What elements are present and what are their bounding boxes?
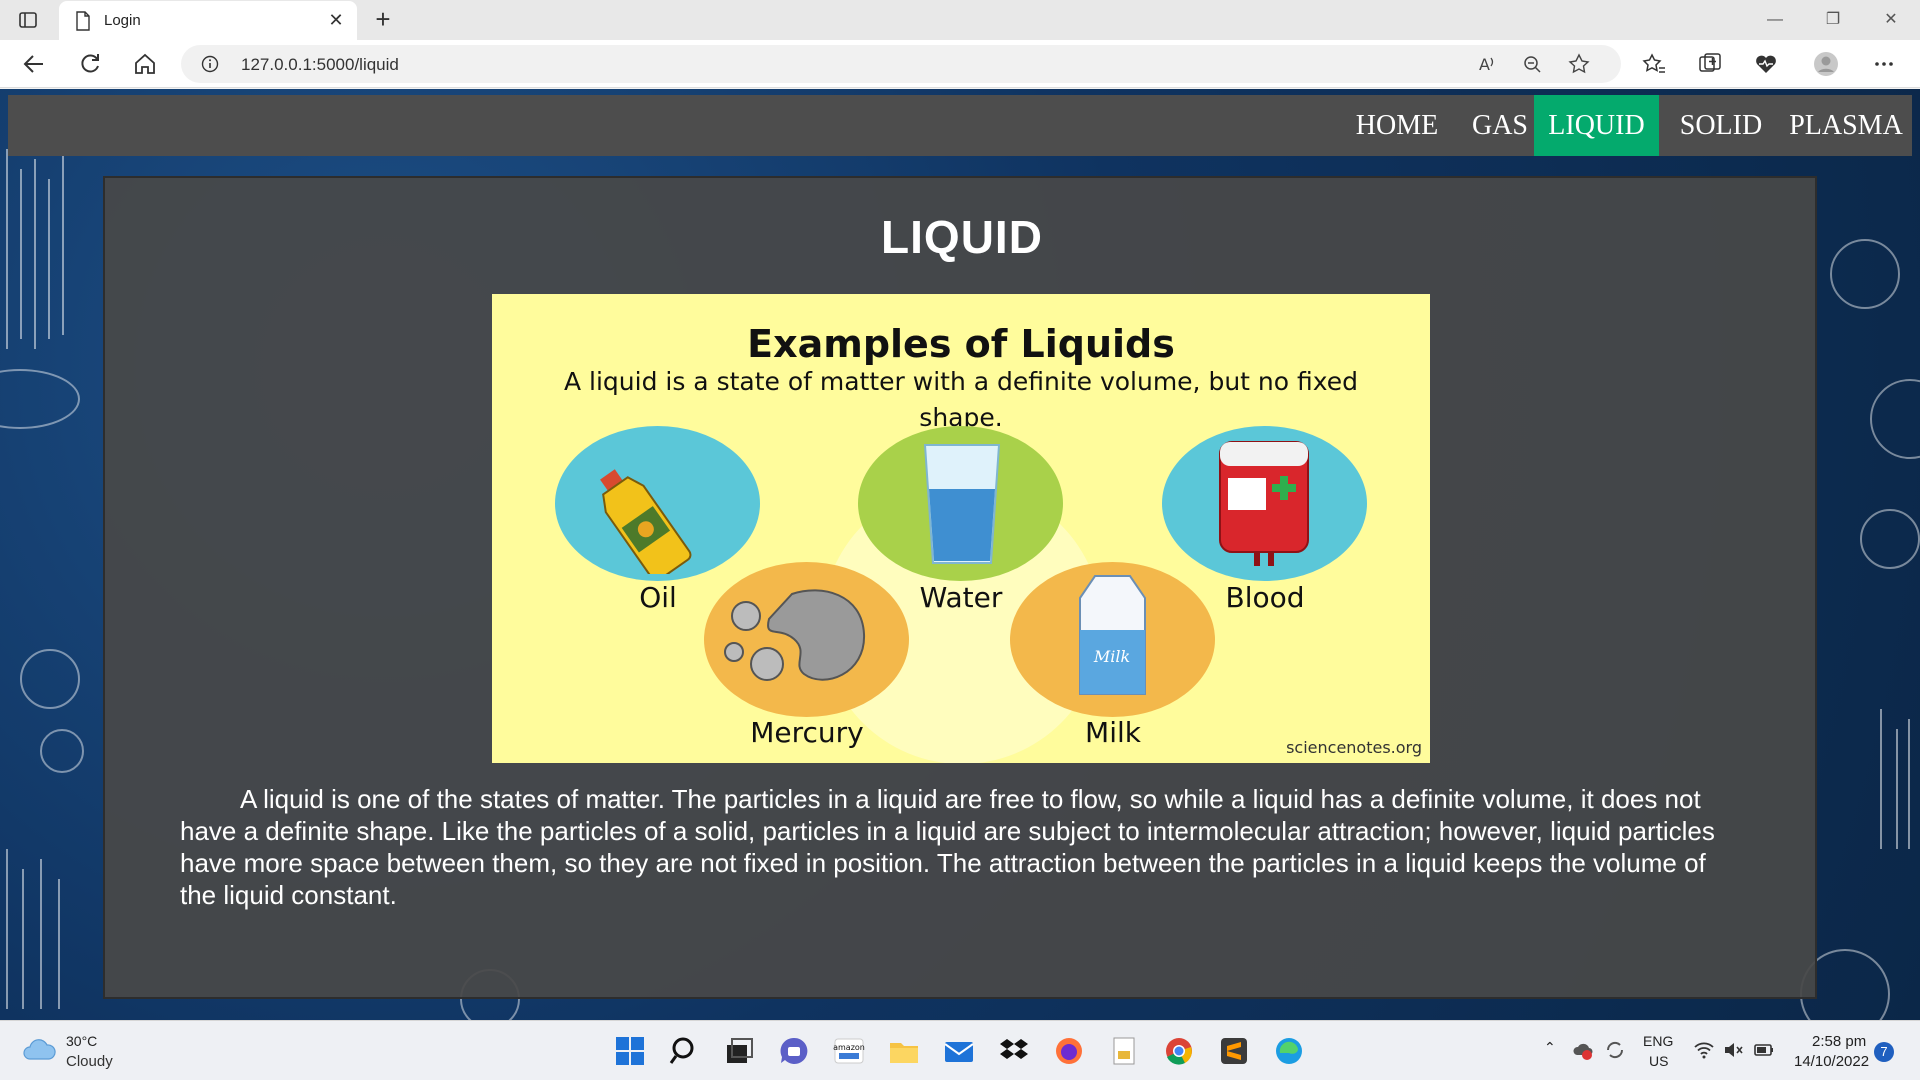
back-icon[interactable] xyxy=(21,51,47,77)
label-mercury: Mercury xyxy=(750,716,864,749)
search-icon[interactable] xyxy=(669,1035,701,1067)
language-indicator[interactable]: ENG xyxy=(1643,1033,1673,1049)
clock-time[interactable]: 2:58 pm xyxy=(1812,1033,1866,1050)
svg-text:A: A xyxy=(1479,55,1490,74)
windows-taskbar: 30°C Cloudy amazon ⌃ ENG US 2:58 pm 14/1… xyxy=(0,1020,1920,1080)
water-glass-icon xyxy=(923,444,1001,564)
browser-titlebar: Login ✕ + — ❐ ✕ xyxy=(0,0,1920,40)
top-navbar: HOME GAS LIQUID SOLID PLASMA xyxy=(8,95,1912,156)
amazon-icon[interactable]: amazon xyxy=(833,1035,865,1067)
volume-muted-icon[interactable] xyxy=(1723,1040,1745,1060)
figure-credit: sciencenotes.org xyxy=(1286,738,1422,757)
svg-text:Milk: Milk xyxy=(1093,647,1130,666)
more-menu-icon[interactable] xyxy=(1871,51,1897,77)
start-icon[interactable] xyxy=(614,1035,646,1067)
tab-title: Login xyxy=(104,12,141,29)
clock-date[interactable]: 14/10/2022 xyxy=(1794,1053,1869,1070)
figure-title: Examples of Liquids xyxy=(747,322,1175,366)
blood-bag-icon xyxy=(1219,441,1309,566)
profile-avatar[interactable] xyxy=(1813,51,1839,77)
document-app-icon[interactable] xyxy=(1108,1035,1140,1067)
new-tab-button[interactable]: + xyxy=(369,6,397,34)
collections-icon[interactable] xyxy=(1697,51,1723,77)
task-view-icon[interactable] xyxy=(723,1035,755,1067)
close-tab-icon[interactable]: ✕ xyxy=(325,9,347,31)
mercury-droplets-icon xyxy=(724,589,866,681)
milk-carton-icon: Milk xyxy=(1079,575,1146,695)
edge-icon[interactable] xyxy=(1273,1035,1305,1067)
cloud-icon[interactable] xyxy=(22,1037,56,1063)
weather-description[interactable]: Cloudy xyxy=(66,1053,113,1070)
region-indicator[interactable]: US xyxy=(1649,1053,1668,1069)
chrome-icon[interactable] xyxy=(1163,1035,1195,1067)
label-milk: Milk xyxy=(1085,716,1141,749)
minimize-button[interactable]: — xyxy=(1760,8,1790,32)
site-info-icon[interactable] xyxy=(201,55,219,78)
oil-bottle-icon xyxy=(600,469,692,574)
liquids-infographic: Examples of Liquids A liquid is a state … xyxy=(492,294,1430,763)
page-viewport: HOME GAS LIQUID SOLID PLASMA LIQUID Exam… xyxy=(0,89,1920,1020)
browser-essentials-icon[interactable] xyxy=(1753,51,1779,77)
wifi-icon[interactable] xyxy=(1693,1040,1715,1060)
onedrive-icon[interactable] xyxy=(1572,1039,1594,1061)
page-title: LIQUID xyxy=(881,211,1043,263)
close-window-button[interactable]: ✕ xyxy=(1876,8,1906,32)
restore-button[interactable]: ❐ xyxy=(1818,8,1848,32)
liquid-description: A liquid is one of the states of matter.… xyxy=(180,784,1715,910)
mail-icon[interactable] xyxy=(943,1035,975,1067)
firefox-icon[interactable] xyxy=(1053,1035,1085,1067)
home-icon[interactable] xyxy=(132,51,158,77)
nav-gas[interactable]: GAS xyxy=(1460,95,1540,156)
svg-text:amazon: amazon xyxy=(833,1043,865,1052)
chat-icon[interactable] xyxy=(778,1035,810,1067)
content-panel: LIQUID Examples of Liquids A liquid is a… xyxy=(103,176,1817,999)
battery-icon[interactable] xyxy=(1753,1040,1775,1060)
tab-actions-icon[interactable] xyxy=(18,10,38,30)
address-bar[interactable]: 127.0.0.1:5000/liquid A xyxy=(181,45,1621,83)
nav-liquid[interactable]: LIQUID xyxy=(1534,95,1659,156)
url-text[interactable]: 127.0.0.1:5000/liquid xyxy=(241,55,399,75)
nav-plasma[interactable]: PLASMA xyxy=(1782,95,1910,156)
nav-solid[interactable]: SOLID xyxy=(1666,95,1776,156)
refresh-icon[interactable] xyxy=(77,51,103,77)
show-hidden-icons[interactable]: ⌃ xyxy=(1544,1039,1556,1056)
nav-home[interactable]: HOME xyxy=(1347,95,1447,156)
favorites-icon[interactable] xyxy=(1641,51,1667,77)
sublime-text-icon[interactable] xyxy=(1218,1035,1250,1067)
browser-toolbar: 127.0.0.1:5000/liquid A xyxy=(0,40,1920,88)
sync-icon[interactable] xyxy=(1604,1039,1626,1061)
url-actions: A xyxy=(1479,52,1609,81)
notification-badge[interactable]: 7 xyxy=(1874,1042,1894,1062)
dropbox-icon[interactable] xyxy=(998,1035,1030,1067)
file-explorer-icon[interactable] xyxy=(888,1035,920,1067)
weather-temperature[interactable]: 30°C xyxy=(66,1033,97,1049)
page-icon xyxy=(75,11,91,36)
browser-tab[interactable]: Login ✕ xyxy=(59,1,357,40)
